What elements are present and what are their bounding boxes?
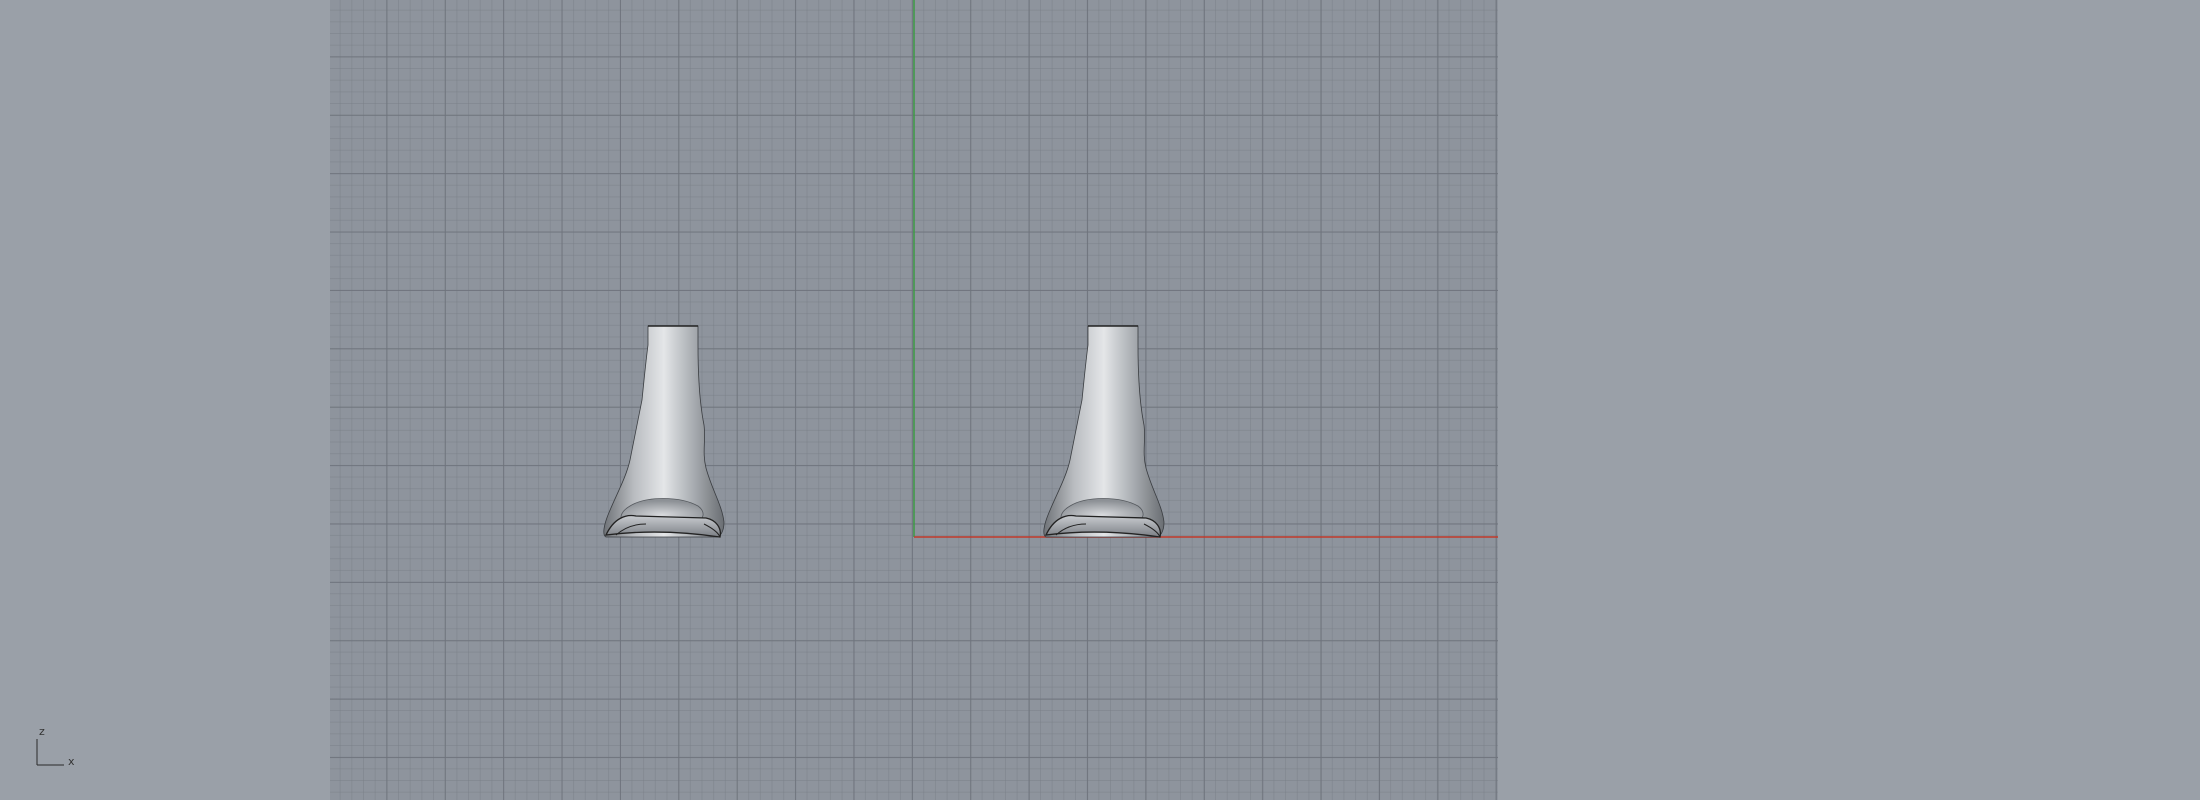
rhino-viewport-front[interactable]: z x — [0, 0, 2200, 800]
axis-indicator: z x — [36, 725, 75, 768]
left-boot-model[interactable] — [603, 325, 725, 538]
axis-indicator-x-label: x — [68, 755, 75, 768]
right-boot-model[interactable] — [1043, 325, 1165, 538]
scene-canvas[interactable]: z x — [0, 0, 2200, 800]
axis-indicator-z-label: z — [39, 725, 45, 738]
